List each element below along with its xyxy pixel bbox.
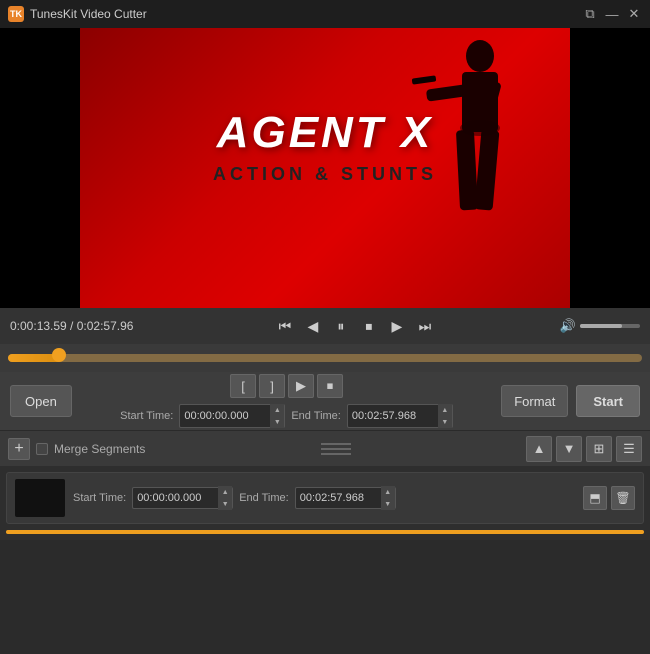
list-view-button[interactable]: ☰ <box>616 436 642 462</box>
end-time-label: End Time: <box>291 410 341 422</box>
start-time-label: Start Time: <box>120 410 173 422</box>
segments-header: + Merge Segments ▲ ▼ ⊞ ☰ <box>0 430 650 466</box>
start-time-input[interactable] <box>180 410 270 422</box>
mark-out-button[interactable]: ] <box>259 374 285 398</box>
restore-button[interactable]: ⧉ <box>582 6 598 22</box>
start-time-up[interactable]: ▲ <box>270 404 284 416</box>
move-down-button[interactable]: ▼ <box>556 436 582 462</box>
end-time-up[interactable]: ▲ <box>438 404 452 416</box>
play-button[interactable]: ▶ <box>385 314 409 338</box>
seg-end-spinners: ▲ ▼ <box>381 486 395 510</box>
thumbnail-view-button[interactable]: ⊞ <box>586 436 612 462</box>
volume-slider[interactable] <box>580 324 640 328</box>
pause-button[interactable]: ⏸ <box>329 314 353 338</box>
mark-in-button[interactable]: [ <box>230 374 256 398</box>
minimize-button[interactable]: — <box>604 6 620 22</box>
window-controls: ⧉ — ✕ <box>582 6 642 22</box>
seg-start-label: Start Time: <box>73 492 126 504</box>
drag-lines <box>321 443 351 455</box>
segment-list: Start Time: ▲ ▼ End Time: ▲ ▼ ⬒ 🗑 <box>0 466 650 540</box>
timeline-playhead[interactable] <box>52 348 66 362</box>
preview-cut-button[interactable]: ▶ <box>288 374 314 398</box>
app-title: TunesKit Video Cutter <box>30 7 582 21</box>
skip-back-button[interactable]: ◀ <box>301 314 325 338</box>
figure-silhouette <box>390 28 570 308</box>
merge-checkbox[interactable] <box>36 443 48 455</box>
segment-timeline-bar <box>6 530 644 534</box>
playback-bar: 0:00:13.59 / 0:02:57.96 ⏮ ◀ ⏸ ⏹ ▶ ⏭ 🔊 <box>0 308 650 344</box>
timeline-track[interactable] <box>8 354 642 362</box>
segment-export-button[interactable]: ⬒ <box>583 486 607 510</box>
seg-start-up[interactable]: ▲ <box>218 486 232 498</box>
seg-start-spinners: ▲ ▼ <box>218 486 232 510</box>
open-button[interactable]: Open <box>10 385 72 417</box>
add-segment-button[interactable]: + <box>8 438 30 460</box>
seg-start-down[interactable]: ▼ <box>218 498 232 510</box>
playback-controls: ⏮ ◀ ⏸ ⏹ ▶ ⏭ <box>158 314 552 338</box>
video-bg-left <box>0 28 90 308</box>
close-button[interactable]: ✕ <box>626 6 642 22</box>
timeline-selected-range <box>8 354 642 362</box>
segment-row-actions: ⬒ 🗑 <box>583 486 635 510</box>
merge-label: Merge Segments <box>54 442 145 456</box>
cut-buttons: [ ] ▶ ⏹ <box>230 374 343 398</box>
drag-handle <box>151 443 520 455</box>
cutting-controls: [ ] ▶ ⏹ Start Time: ▲ ▼ End Time: ▲ ▼ <box>80 374 493 428</box>
seg-end-input-wrap: ▲ ▼ <box>295 487 396 509</box>
seg-end-time-input[interactable] <box>296 492 381 504</box>
seg-start-time-input[interactable] <box>133 492 218 504</box>
start-time-input-wrap: ▲ ▼ <box>179 404 285 428</box>
end-time-spinners: ▲ ▼ <box>438 404 452 428</box>
move-up-button[interactable]: ▲ <box>526 436 552 462</box>
start-time-down[interactable]: ▼ <box>270 416 284 428</box>
titlebar: TK TunesKit Video Cutter ⧉ — ✕ <box>0 0 650 28</box>
volume-icon: 🔊 <box>560 318 576 334</box>
end-time-down[interactable]: ▼ <box>438 416 452 428</box>
app-icon: TK <box>8 6 24 22</box>
time-inputs: Start Time: ▲ ▼ End Time: ▲ ▼ <box>120 404 453 428</box>
end-time-input-wrap: ▲ ▼ <box>347 404 453 428</box>
segment-delete-button[interactable]: 🗑 <box>611 486 635 510</box>
seg-end-up[interactable]: ▲ <box>381 486 395 498</box>
seg-start-input-wrap: ▲ ▼ <box>132 487 233 509</box>
segment-times: Start Time: ▲ ▼ End Time: ▲ ▼ <box>73 487 575 509</box>
time-display: 0:00:13.59 / 0:02:57.96 <box>10 319 150 333</box>
video-bg-right <box>610 28 650 308</box>
volume-fill <box>580 324 622 328</box>
segment-thumbnail <box>15 479 65 517</box>
step-back-button[interactable]: ⏮ <box>273 314 297 338</box>
segment-header-actions: ▲ ▼ ⊞ ☰ <box>526 436 642 462</box>
video-preview: AGENT X ACTION & STUNTS <box>0 28 650 308</box>
seg-end-down[interactable]: ▼ <box>381 498 395 510</box>
format-button[interactable]: Format <box>501 385 568 417</box>
start-button[interactable]: Start <box>576 385 640 417</box>
skip-fwd-button[interactable]: ⏭ <box>413 314 437 338</box>
controls-area: Open [ ] ▶ ⏹ Start Time: ▲ ▼ End Time: ▲ <box>0 372 650 430</box>
end-time-input[interactable] <box>348 410 438 422</box>
volume-area: 🔊 <box>560 318 640 334</box>
start-time-spinners: ▲ ▼ <box>270 404 284 428</box>
timeline-area[interactable] <box>0 344 650 372</box>
stop-cut-button[interactable]: ⏹ <box>317 374 343 398</box>
stop-button[interactable]: ⏹ <box>357 314 381 338</box>
table-row: Start Time: ▲ ▼ End Time: ▲ ▼ ⬒ 🗑 <box>6 472 644 524</box>
seg-end-label: End Time: <box>239 492 289 504</box>
